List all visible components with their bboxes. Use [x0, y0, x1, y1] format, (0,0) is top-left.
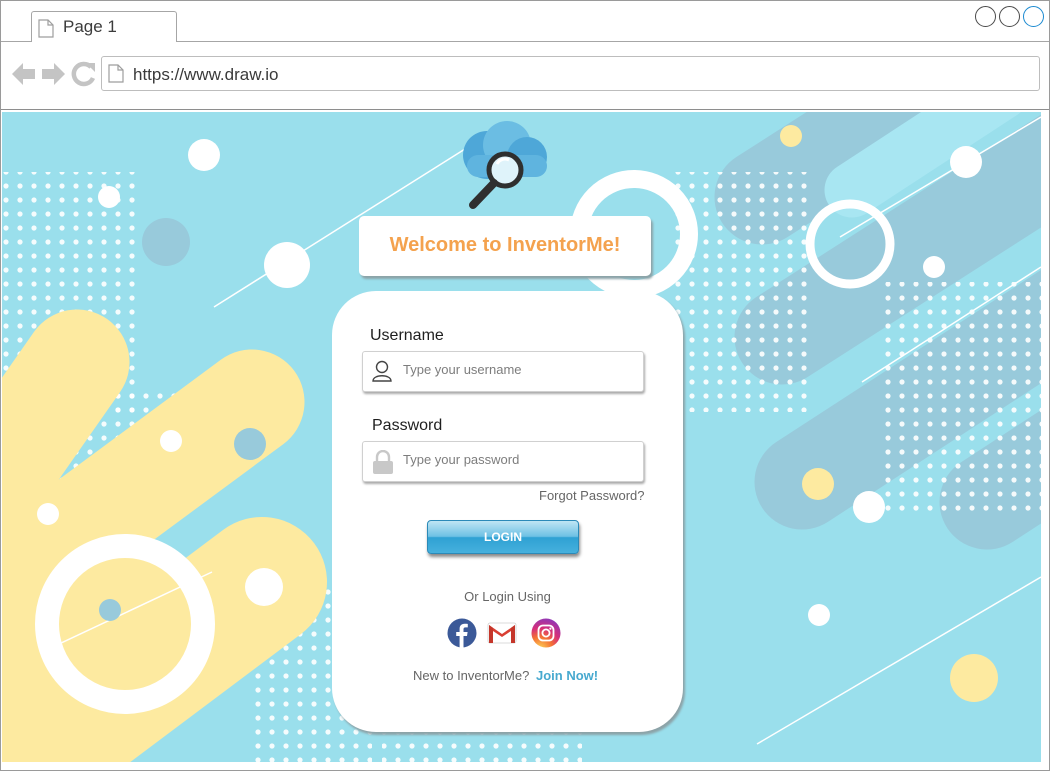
username-field[interactable] — [362, 351, 644, 392]
url-text: https://www.draw.io — [133, 65, 279, 84]
document-icon — [38, 19, 54, 38]
username-label: Username — [370, 327, 444, 344]
document-icon — [108, 64, 124, 83]
login-button[interactable]: LOGIN — [427, 520, 579, 554]
browser-window: Page 1 https://www.draw.io Welcome to In… — [0, 0, 1050, 771]
lock-icon — [373, 450, 393, 474]
forgot-password-link[interactable]: Forgot Password? — [539, 488, 645, 503]
instagram-icon[interactable] — [531, 618, 561, 648]
tab-label: Page 1 — [63, 17, 117, 36]
or-login-using-text: Or Login Using — [464, 589, 551, 604]
minimize-button[interactable] — [975, 6, 996, 27]
password-field[interactable] — [362, 441, 644, 482]
tab-bar: Page 1 — [1, 1, 1049, 43]
url-field[interactable]: https://www.draw.io — [101, 56, 1040, 91]
user-icon — [372, 360, 392, 382]
welcome-title: Welcome to InventorMe! — [389, 234, 621, 256]
login-card: Username Password Forgot Password? LOGIN — [332, 291, 683, 732]
page-content: Welcome to InventorMe! Username Password… — [2, 112, 1041, 762]
password-label: Password — [372, 417, 443, 434]
cloud-search-logo-icon — [463, 121, 547, 209]
facebook-icon[interactable] — [447, 618, 477, 648]
login-button-label: LOGIN — [484, 530, 522, 544]
maximize-button[interactable] — [999, 6, 1020, 27]
join-now-link[interactable]: Join Now! — [536, 668, 598, 683]
arrow-left-icon[interactable] — [11, 61, 36, 87]
gmail-icon[interactable] — [487, 621, 517, 645]
new-user-text: New to InventorMe? — [413, 668, 530, 683]
address-bar-row: https://www.draw.io — [1, 42, 1049, 110]
arrow-right-icon[interactable] — [41, 61, 66, 87]
reload-icon[interactable] — [71, 61, 96, 87]
tab-page-1[interactable]: Page 1 — [31, 11, 177, 43]
welcome-banner: Welcome to InventorMe! — [359, 216, 651, 276]
password-input[interactable] — [401, 451, 631, 468]
close-button[interactable] — [1023, 6, 1044, 27]
username-input[interactable] — [401, 361, 631, 378]
